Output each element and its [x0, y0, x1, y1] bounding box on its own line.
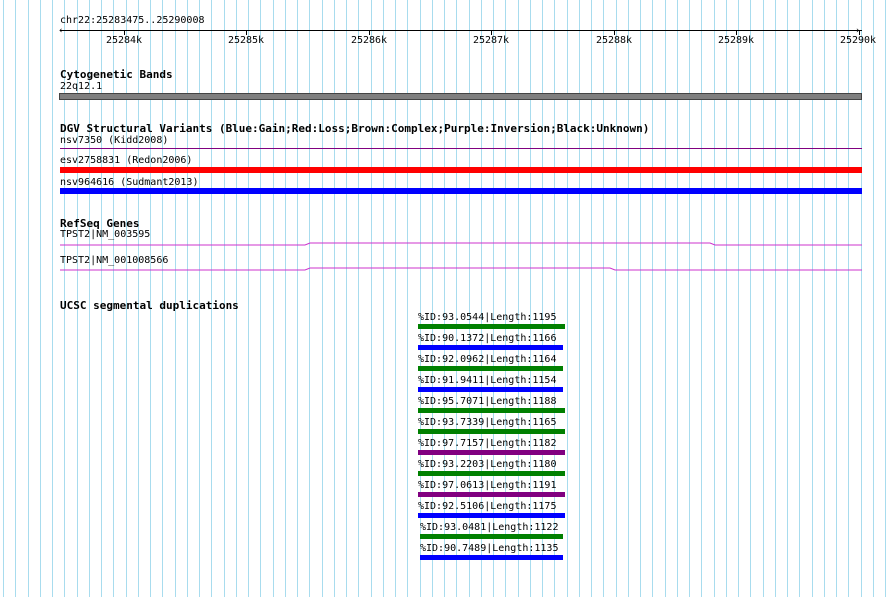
- segdup-label: %ID:97.0613|Length:1191: [418, 480, 557, 491]
- segdup-bar[interactable]: [418, 513, 565, 518]
- ruler-tick-label: 25289k: [717, 35, 755, 46]
- segdup-bar[interactable]: [418, 450, 565, 455]
- refseq-gene-model[interactable]: [60, 265, 862, 273]
- segdup-label: %ID:92.0962|Length:1164: [418, 354, 557, 365]
- segdup-label: %ID:90.1372|Length:1166: [418, 333, 557, 344]
- segdup-bar[interactable]: [418, 408, 565, 413]
- dgv-feature-bar[interactable]: [60, 188, 862, 194]
- segdup-track-title: UCSC segmental duplications: [60, 299, 239, 312]
- dgv-track-title: DGV Structural Variants (Blue:Gain;Red:L…: [60, 122, 650, 135]
- segdup-label: %ID:91.9411|Length:1154: [418, 375, 557, 386]
- segdup-label: %ID:93.2203|Length:1180: [418, 459, 557, 470]
- segdup-bar[interactable]: [418, 324, 565, 329]
- segdup-bar[interactable]: [418, 429, 565, 434]
- segdup-bar[interactable]: [420, 534, 563, 539]
- cytoband-bar[interactable]: [59, 93, 862, 100]
- ruler-tick-label: 25288k: [595, 35, 633, 46]
- ruler-tick-label: 25287k: [472, 35, 510, 46]
- cytoband-track-title: Cytogenetic Bands: [60, 68, 173, 81]
- ruler-tick-label: 25286k: [350, 35, 388, 46]
- segdup-bar[interactable]: [418, 366, 563, 371]
- segdup-bar[interactable]: [420, 555, 563, 560]
- ruler-tick-label: 25284k: [105, 35, 143, 46]
- dgv-feature-label: nsv7350 (Kidd2008): [60, 135, 169, 146]
- segdup-label: %ID:95.7071|Length:1188: [418, 396, 557, 407]
- segdup-label: %ID:90.7489|Length:1135: [420, 543, 559, 554]
- segdup-label: %ID:92.5106|Length:1175: [418, 501, 557, 512]
- segdup-label: %ID:93.0544|Length:1195: [418, 312, 557, 323]
- segdup-bar[interactable]: [418, 387, 563, 392]
- ruler-tick-label: 25285k: [227, 35, 265, 46]
- dgv-feature-bar[interactable]: [60, 167, 862, 173]
- ruler-left-arrow-icon: ‹: [58, 26, 64, 36]
- refseq-gene-line: [60, 267, 862, 271]
- dgv-feature-bar[interactable]: [60, 148, 862, 149]
- segdup-bar[interactable]: [418, 492, 565, 497]
- refseq-gene-model[interactable]: [60, 240, 862, 248]
- position-label: chr22:25283475..25290008: [60, 15, 205, 26]
- refseq-gene-line: [60, 242, 862, 246]
- segdup-label: %ID:93.7339|Length:1165: [418, 417, 557, 428]
- segdup-label: %ID:97.7157|Length:1182: [418, 438, 557, 449]
- cytoband-label: 22q12.1: [60, 81, 103, 92]
- segdup-bar[interactable]: [418, 345, 563, 350]
- segdup-bar[interactable]: [418, 471, 565, 476]
- dgv-feature-label: esv2758831 (Redon2006): [60, 155, 193, 166]
- segdup-label: %ID:93.0481|Length:1122: [420, 522, 559, 533]
- ruler-tick-label: 25290k: [839, 35, 877, 46]
- ruler-axis-line: [60, 30, 862, 31]
